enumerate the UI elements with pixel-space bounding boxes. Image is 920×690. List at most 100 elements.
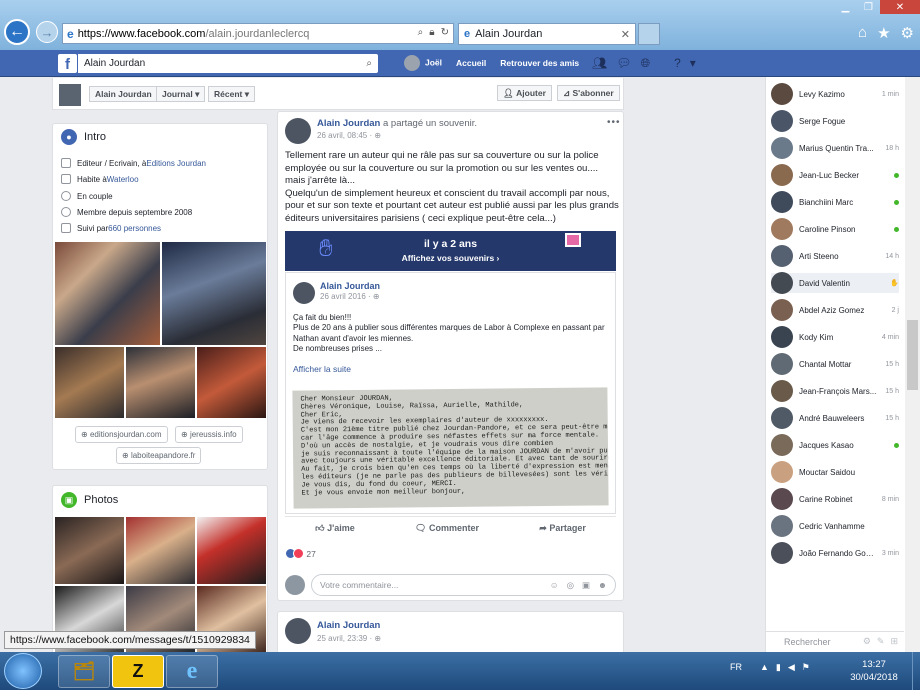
chat-contact[interactable]: Caroline Pinson (771, 218, 899, 240)
photo-thumbnail[interactable] (126, 517, 195, 584)
chat-contact[interactable]: Jean-François Mars... 15 h (771, 380, 899, 402)
chat-contact[interactable]: Arti Steeno 14 h (771, 245, 899, 267)
nav-find-friends-link[interactable]: Retrouver des amis (500, 58, 579, 68)
featured-photo[interactable] (55, 347, 124, 418)
comment-button[interactable]: 🗨︎ Commenter (415, 523, 479, 534)
forward-button[interactable]: → (36, 21, 58, 43)
language-indicator[interactable]: FR (730, 662, 742, 672)
chat-contact[interactable]: Mouctar Saidou (771, 461, 899, 483)
back-button[interactable]: ← (4, 19, 30, 45)
chat-contact[interactable]: Serge Fogue (771, 110, 899, 132)
shared-author-name[interactable]: Alain Jourdan (320, 281, 380, 291)
notifications-globe-icon[interactable]: 🌐︎ (640, 56, 650, 71)
shared-timestamp[interactable]: 26 avril 2016 · ⊕ (320, 292, 380, 301)
z-app-icon[interactable]: Z (112, 655, 164, 688)
gear-icon[interactable]: ⚙ (863, 636, 871, 647)
start-button[interactable] (4, 653, 42, 689)
featured-photo[interactable] (162, 242, 266, 345)
featured-photo[interactable] (197, 347, 266, 418)
photos-title[interactable]: Photos (84, 494, 118, 506)
settings-gear-icon[interactable]: ⚙ (901, 24, 914, 42)
share-button[interactable]: ➦ Partager (539, 523, 586, 534)
post-author-name[interactable]: Alain Jourdan (317, 620, 380, 631)
website-link[interactable]: ⊕ editionsjourdan.com (75, 426, 168, 443)
wave-icon[interactable]: ✋ (890, 279, 899, 287)
subscribe-button[interactable]: ⊿ S'abonner (557, 85, 620, 101)
search-icon[interactable]: ⌕ (366, 58, 372, 69)
see-more-link[interactable]: Afficher la suite (293, 364, 351, 374)
chat-contact[interactable]: André Bauweleers 15 h (771, 407, 899, 429)
chat-contact[interactable]: Carine Robinet 8 min (771, 488, 899, 510)
flag-icon[interactable]: ⚑ (802, 662, 810, 673)
facebook-search-input[interactable]: Alain Jourdan ⌕ (78, 54, 378, 73)
intro-row-link[interactable]: Waterloo (107, 175, 139, 184)
chat-contact[interactable]: Jacques Kasao (771, 434, 899, 456)
network-icon[interactable]: ▮ (776, 662, 781, 673)
website-link[interactable]: ⊕ laboiteapandore.fr (116, 447, 202, 464)
post-timestamp[interactable]: 25 avril, 23:39 · ⊕ (317, 634, 381, 643)
group-icon[interactable]: ⊞ (890, 636, 898, 647)
chat-contact[interactable]: Cedric Vanhamme (771, 515, 899, 537)
tray-arrow-icon[interactable]: ▲ (760, 662, 769, 673)
post-author-avatar[interactable] (285, 618, 311, 644)
chat-contact[interactable]: Abdel Aziz Gomez 2 j (771, 299, 899, 321)
chat-contact[interactable]: Chantal Mottar 15 h (771, 353, 899, 375)
chat-contact[interactable]: Levy Kazimo 1 min (771, 83, 899, 105)
file-explorer-icon[interactable]: 🗂︎ (58, 655, 110, 688)
search-icon[interactable]: ⌕ (418, 27, 424, 38)
chat-contact[interactable]: Kody Kim 4 min (771, 326, 899, 348)
photo-thumbnail[interactable] (197, 517, 266, 584)
scrollbar-thumb[interactable] (907, 320, 918, 390)
show-desktop-button[interactable] (912, 652, 920, 690)
taskbar-clock[interactable]: 13:27 30/04/2018 (844, 658, 904, 684)
chat-contact[interactable]: João Fernando Gomes 3 min (771, 542, 899, 564)
chat-search-input[interactable]: Rechercher ⚙ ✎ ⊞ (766, 631, 904, 651)
featured-photo[interactable] (126, 347, 195, 418)
favorites-icon[interactable]: ★ (877, 24, 890, 42)
messenger-icon[interactable]: 💬︎ (616, 56, 631, 71)
memories-link[interactable]: Affichez vos souvenirs › (285, 253, 616, 263)
chat-contact[interactable]: Bianchiini Marc (771, 191, 899, 213)
website-link[interactable]: ⊕ jereussis.info (175, 426, 243, 443)
sticker-icon[interactable]: ☻ (598, 580, 607, 591)
photo-thumbnail[interactable] (55, 517, 124, 584)
comment-input[interactable]: Votre commentaire... ☺ ◎ ▣ ☻ (311, 574, 616, 596)
reactions-summary[interactable]: 27 (285, 548, 316, 559)
camera-icon[interactable]: ◎ (567, 580, 574, 591)
featured-photo[interactable] (55, 242, 160, 345)
internet-explorer-icon[interactable]: e (166, 655, 218, 688)
home-icon[interactable]: ⌂ (858, 24, 867, 42)
compose-icon[interactable]: ✎ (877, 636, 885, 647)
add-friend-button[interactable]: 👤︎ Ajouter (497, 85, 552, 101)
memories-banner[interactable]: ✋︎ il y a 2 ans Affichez vos souvenirs › (285, 231, 616, 271)
profile-name-tab[interactable]: Alain Jourdan (89, 86, 158, 102)
letter-photo[interactable]: Cher Monsieur JOURDAN, Chères Véronique,… (292, 387, 609, 509)
post-options-icon[interactable]: ••• (607, 117, 621, 128)
nav-profile-link[interactable]: Joël (404, 55, 442, 71)
gif-icon[interactable]: ▣ (582, 580, 590, 591)
account-menu-icon[interactable]: ▾ (690, 56, 696, 71)
post-author-avatar[interactable] (285, 118, 311, 144)
maximize-icon[interactable]: ❐ (857, 0, 880, 14)
close-icon[interactable]: ✕ (880, 0, 920, 14)
shared-author-avatar[interactable] (293, 282, 315, 304)
chat-contact[interactable]: David Valentin ✋ (771, 272, 899, 294)
profile-thumbnail[interactable] (59, 84, 81, 106)
minimize-icon[interactable]: ▁ (834, 0, 857, 14)
chat-contact[interactable]: Jean-Luc Becker (771, 164, 899, 186)
post-author-name[interactable]: Alain Jourdan (317, 118, 380, 129)
refresh-icon[interactable]: ↻ (441, 27, 449, 38)
intro-row-link[interactable]: Editions Jourdan (146, 159, 206, 168)
browser-tab[interactable]: e Alain Jourdan ✕ (458, 23, 636, 45)
friend-requests-icon[interactable]: 👥︎ (592, 56, 607, 71)
facebook-logo-icon[interactable]: f (58, 54, 77, 73)
nav-home-link[interactable]: Accueil (456, 58, 486, 68)
chat-contact[interactable]: Marius Quentin Tra... 18 h (771, 137, 899, 159)
lock-icon[interactable]: 🔒︎ (429, 27, 434, 38)
tab-close-icon[interactable]: ✕ (621, 28, 630, 41)
intro-row-link[interactable]: 660 personnes (108, 224, 161, 233)
address-bar[interactable]: e https://www.facebook.com/alain.jourdan… (62, 23, 454, 44)
volume-icon[interactable]: ◀ (788, 662, 795, 673)
new-tab-button[interactable] (638, 23, 660, 45)
post-timestamp[interactable]: 26 avril, 08:45 · ⊕ (317, 131, 381, 140)
